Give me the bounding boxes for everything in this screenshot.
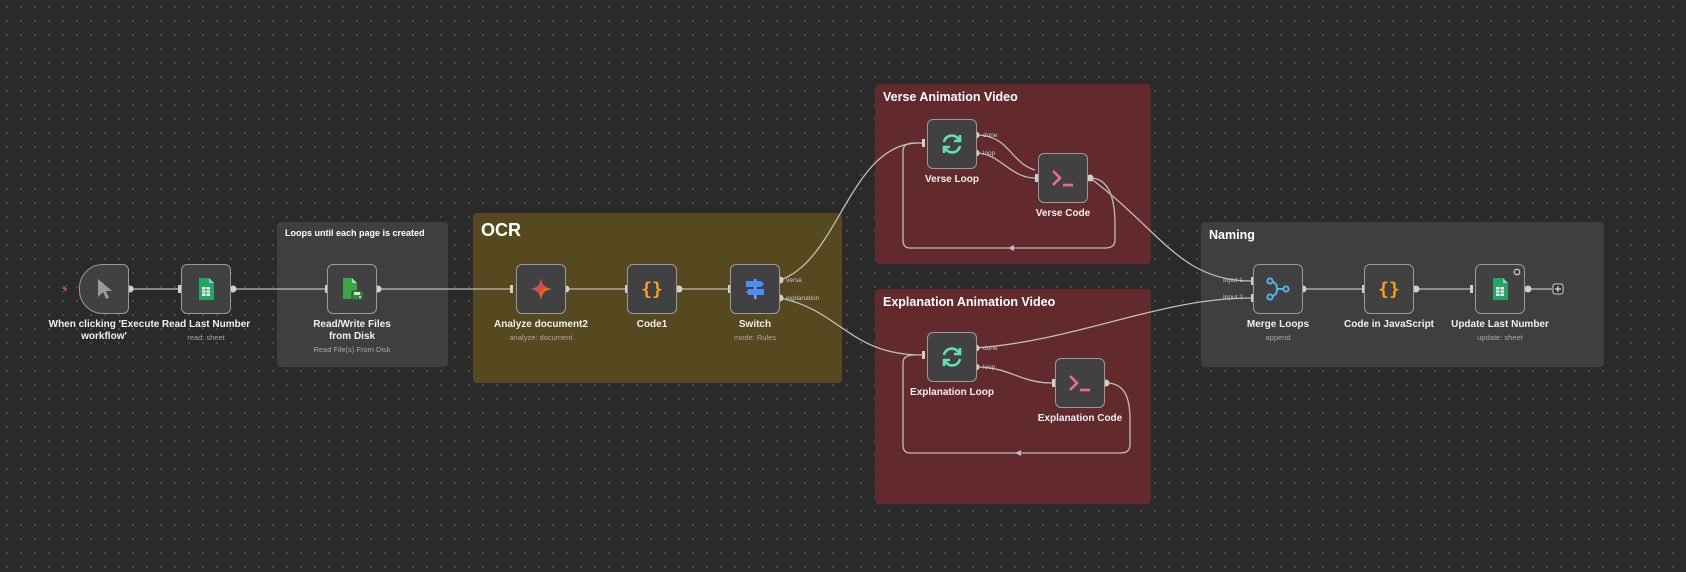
verse-code-node[interactable] [1038, 153, 1088, 203]
update-last-number-node[interactable] [1475, 264, 1525, 314]
refresh-badge-icon [1513, 268, 1521, 276]
loop-icon [942, 347, 962, 367]
gemini-icon [530, 278, 552, 300]
read-last-number-subtitle: read: sheet [187, 333, 225, 342]
switch-label: Switch [738, 319, 772, 330]
verse-loop-loop-label: loop [983, 150, 996, 157]
read-write-files-label: Read/Write Files from Disk [313, 319, 391, 342]
analyze-document-node[interactable] [516, 264, 566, 314]
merge-loops-node[interactable] [1253, 264, 1303, 314]
google-sheets-icon [1493, 278, 1508, 300]
trigger-bolt-icon: ⚡︎ [61, 284, 69, 296]
switch-signpost-icon [746, 279, 764, 299]
read-write-files-node[interactable] [327, 264, 377, 314]
verse-code-label: Verse Code [1035, 208, 1091, 219]
code-braces-icon: {} [641, 279, 663, 300]
merge-loops-input1-label: Input 1 [1223, 277, 1243, 284]
svg-text:{}: {} [641, 279, 663, 300]
file-disk-icon [343, 278, 364, 301]
connections-layer [126, 131, 1564, 456]
explanation-loop-node[interactable] [927, 332, 977, 382]
svg-text:{}: {} [1378, 279, 1400, 300]
code1-node[interactable]: {} [627, 264, 677, 314]
switch-port-verse-label: verse [786, 277, 802, 284]
explanation-code-label: Explanation Code [1037, 413, 1123, 424]
merge-icon [1266, 277, 1290, 301]
verse-loop-done-label: done [983, 132, 998, 139]
terminal-icon [1052, 170, 1073, 187]
code-in-js-node[interactable]: {} [1364, 264, 1414, 314]
verse-loop-node[interactable] [927, 119, 977, 169]
explanation-code-node[interactable] [1055, 358, 1105, 408]
read-last-number-label: Read Last Number [161, 319, 251, 330]
cursor-icon [98, 279, 112, 299]
explanation-loop-loop-label: loop [983, 364, 996, 371]
trigger-node[interactable] [79, 264, 129, 314]
loop-icon [942, 134, 962, 154]
code-braces-icon: {} [1378, 279, 1400, 300]
add-node-button[interactable] [1552, 283, 1564, 295]
switch-port-explanation-label: explanation [786, 295, 820, 302]
read-last-number-node[interactable] [181, 264, 231, 314]
google-sheets-icon [199, 278, 214, 300]
read-write-files-subtitle: Read File(s) From Disk [313, 345, 391, 354]
explanation-loop-label: Explanation Loop [910, 387, 994, 398]
verse-loop-label: Verse Loop [925, 174, 979, 185]
explanation-loop-done-label: done [983, 345, 998, 352]
merge-loops-subtitle: append [1265, 333, 1291, 342]
terminal-icon [1069, 375, 1090, 392]
merge-loops-input2-label: Input 2 [1223, 294, 1243, 301]
switch-node[interactable] [730, 264, 780, 314]
update-last-number-subtitle: update: sheet [1477, 333, 1523, 342]
analyze-document-subtitle: analyze: document [509, 333, 573, 342]
switch-subtitle: mode: Rules [733, 333, 777, 342]
update-last-number-label: Update Last Number [1451, 319, 1549, 330]
